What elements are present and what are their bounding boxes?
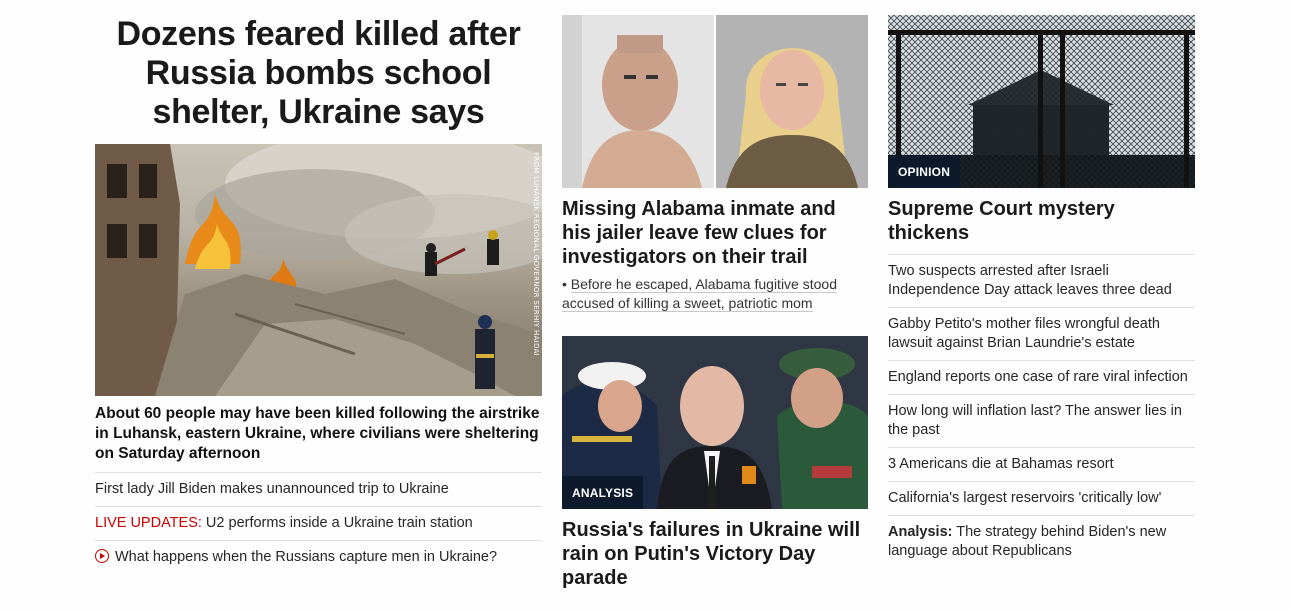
image-credit: FROM LUHANSK REGIONAL GOVERNOR SERHIY HA… <box>532 152 540 357</box>
list-item[interactable]: Two suspects arrested after Israeli Inde… <box>888 254 1195 307</box>
story-title[interactable]: Supreme Court mystery thickens <box>888 197 1195 245</box>
bullet-link[interactable]: Before he escaped, Alabama fugitive stoo… <box>562 276 837 312</box>
list-item[interactable]: First lady Jill Biden makes unannounced … <box>95 472 542 506</box>
link-text[interactable]: California's largest reservoirs 'critica… <box>888 490 1161 506</box>
story-title[interactable]: Missing Alabama inmate and his jailer le… <box>562 197 868 269</box>
story-title[interactable]: Russia's failures in Ukraine will rain o… <box>562 518 868 590</box>
link-text[interactable]: Two suspects arrested after Israeli Inde… <box>888 263 1172 298</box>
analysis-tag[interactable]: ANALYSIS <box>562 476 644 509</box>
link-text[interactable]: England reports one case of rare viral i… <box>888 369 1188 385</box>
live-updates-label[interactable]: LIVE UPDATES: <box>95 515 202 531</box>
inmate-photo[interactable] <box>562 15 714 188</box>
list-item[interactable]: 3 Americans die at Bahamas resort <box>888 447 1195 481</box>
opinion-image[interactable]: OPINION <box>888 15 1195 188</box>
list-item[interactable]: California's largest reservoirs 'critica… <box>888 481 1195 515</box>
play-video-icon <box>95 549 109 563</box>
opinion-tag[interactable]: OPINION <box>888 155 961 188</box>
lead-column: Dozens feared killed after Russia bombs … <box>95 15 542 574</box>
middle-column: Missing Alabama inmate and his jailer le… <box>562 15 868 590</box>
list-item[interactable]: England reports one case of rare viral i… <box>888 360 1195 394</box>
right-links: Two suspects arrested after Israeli Inde… <box>888 254 1195 568</box>
story-image-pair[interactable] <box>562 15 868 188</box>
lead-subhead[interactable]: About 60 people may have been killed fol… <box>95 404 542 464</box>
link-text[interactable]: What happens when the Russians capture m… <box>115 549 497 565</box>
lead-headline[interactable]: Dozens feared killed after Russia bombs … <box>95 15 542 132</box>
list-item[interactable]: How long will inflation last? The answer… <box>888 394 1195 447</box>
right-column: OPINION Supreme Court mystery thickens T… <box>888 15 1195 568</box>
jailer-photo[interactable] <box>716 15 868 188</box>
analysis-label[interactable]: Analysis: <box>888 524 952 540</box>
list-item[interactable]: LIVE UPDATES: U2 performs inside a Ukrai… <box>95 506 542 540</box>
list-item[interactable]: Gabby Petito's mother files wrongful dea… <box>888 307 1195 360</box>
analysis-image[interactable]: ANALYSIS <box>562 336 868 509</box>
link-text[interactable]: First lady Jill Biden makes unannounced … <box>95 481 449 497</box>
link-text[interactable]: U2 performs inside a Ukraine train stati… <box>202 515 473 531</box>
link-text[interactable]: How long will inflation last? The answer… <box>888 403 1182 438</box>
link-text[interactable]: 3 Americans die at Bahamas resort <box>888 456 1114 472</box>
lead-image[interactable]: FROM LUHANSK REGIONAL GOVERNOR SERHIY HA… <box>95 144 542 396</box>
list-item[interactable]: Analysis: The strategy behind Biden's ne… <box>888 515 1195 568</box>
story-bullet[interactable]: • Before he escaped, Alabama fugitive st… <box>562 275 868 313</box>
link-text[interactable]: Gabby Petito's mother files wrongful dea… <box>888 316 1160 351</box>
list-item[interactable]: What happens when the Russians capture m… <box>95 540 542 574</box>
lead-related-links: First lady Jill Biden makes unannounced … <box>95 472 542 574</box>
